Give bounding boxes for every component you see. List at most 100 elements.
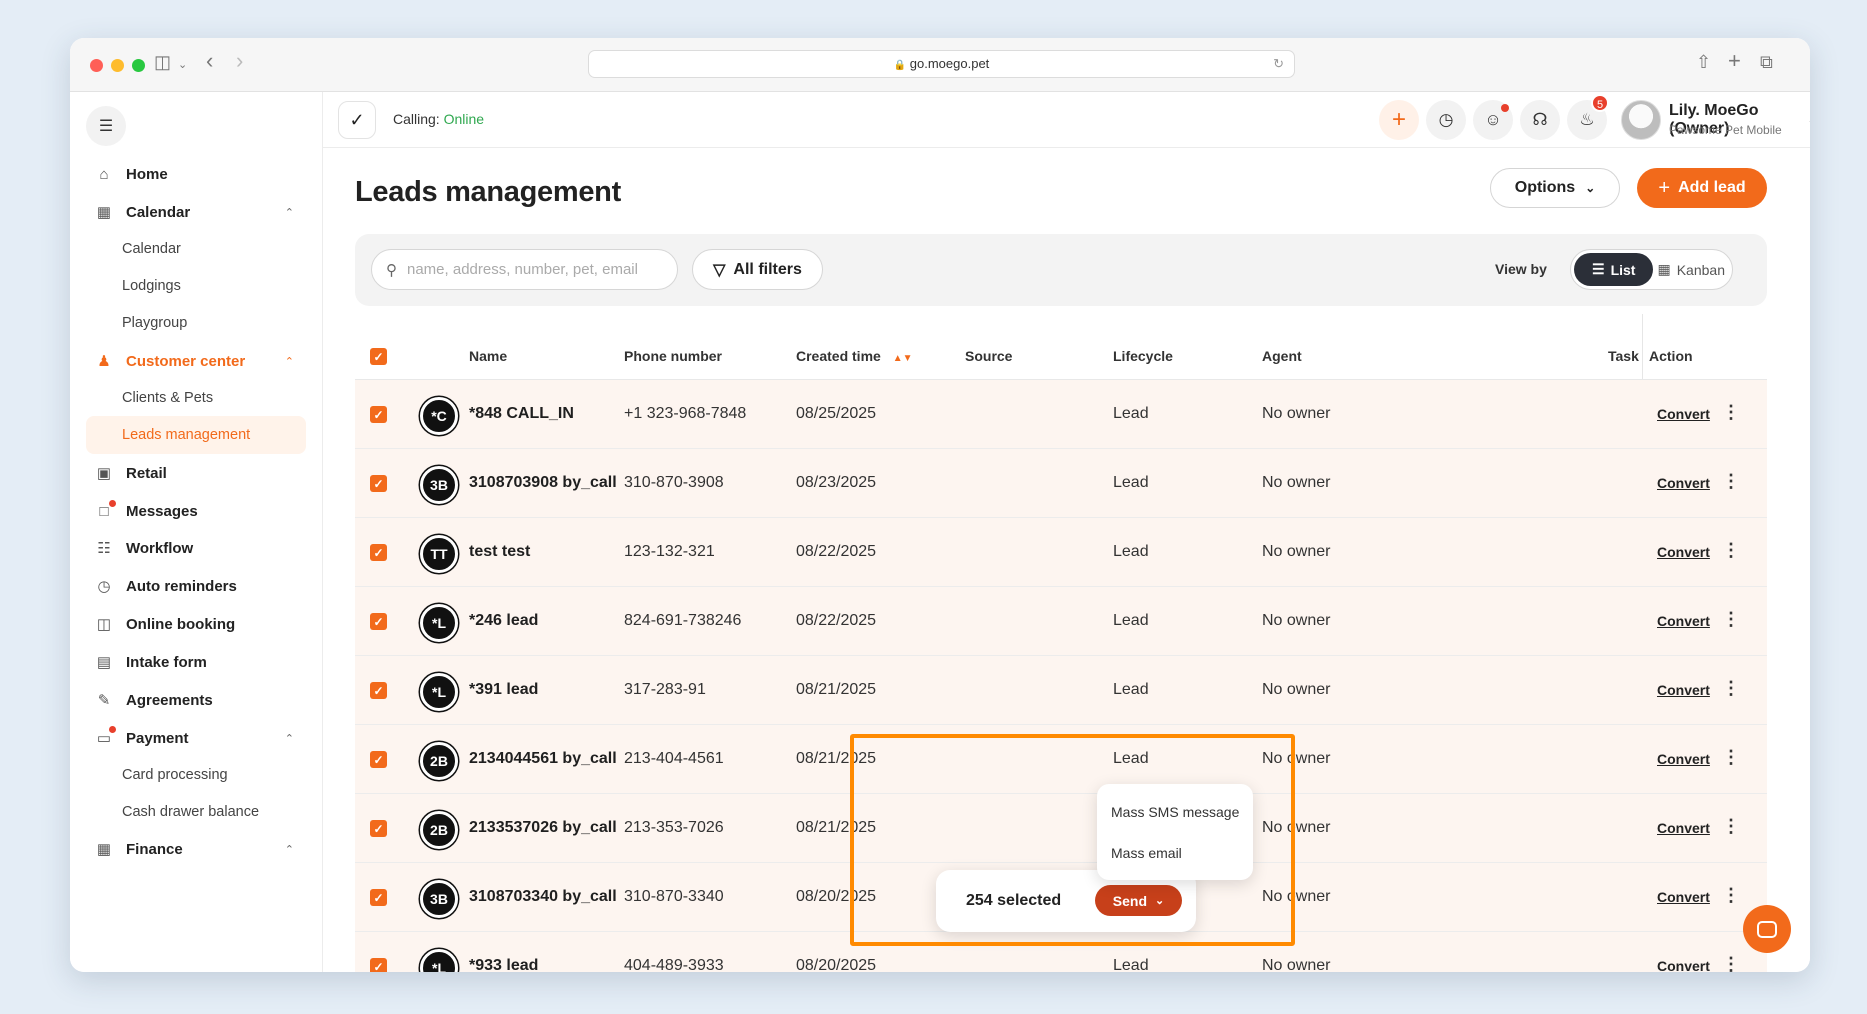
address-bar[interactable]: 🔒 go.moego.pet ↻ bbox=[588, 50, 1295, 78]
row-checkbox[interactable]: ✓ bbox=[370, 613, 387, 630]
clock-button[interactable]: ◷ bbox=[1426, 100, 1466, 140]
notifications-button[interactable]: ♨ 5 bbox=[1567, 94, 1609, 140]
convert-link[interactable]: Convert bbox=[1657, 613, 1710, 629]
column-header-phone[interactable]: Phone number bbox=[624, 348, 722, 364]
calling-logo-icon[interactable]: ✓ bbox=[338, 101, 376, 139]
sidebar-subitem-cash-drawer-balance[interactable]: Cash drawer balance bbox=[86, 793, 306, 831]
convert-link[interactable]: Convert bbox=[1657, 889, 1710, 905]
hamburger-menu-icon[interactable]: ☰ bbox=[86, 106, 126, 146]
reload-icon[interactable]: ↻ bbox=[1273, 51, 1284, 77]
sidebar-item-online-booking[interactable]: ◫ Online booking bbox=[86, 605, 306, 643]
more-options-icon[interactable]: ⋮ bbox=[1722, 678, 1740, 699]
sidebar-subitem-leads-management[interactable]: Leads management bbox=[86, 416, 306, 454]
table-row[interactable]: ✓ *L *391 lead 317-283-91 08/21/2025 Lead No o… bbox=[355, 656, 1767, 725]
name-cell[interactable]: 2134044561 by_call bbox=[469, 750, 617, 768]
table-row[interactable]: ✓ *L *246 lead 824-691-738246 08/22/2025 Lead… bbox=[355, 587, 1767, 656]
view-kanban-button[interactable]: ▦ Kanban bbox=[1653, 253, 1729, 286]
add-lead-button[interactable]: + Add lead bbox=[1637, 168, 1767, 208]
convert-link[interactable]: Convert bbox=[1657, 682, 1710, 698]
name-cell[interactable]: 3108703340 by_call bbox=[469, 888, 617, 906]
sidebar-item-label: Intake form bbox=[126, 653, 207, 671]
name-cell[interactable]: 3108703908 by_call bbox=[469, 474, 617, 492]
column-header-source[interactable]: Source bbox=[965, 348, 1012, 364]
table-row[interactable]: ✓ TT test test 123-132-321 08/22/2025 Lead No … bbox=[355, 518, 1767, 587]
column-header-lifecycle[interactable]: Lifecycle bbox=[1113, 348, 1173, 364]
row-checkbox[interactable]: ✓ bbox=[370, 682, 387, 699]
share-icon[interactable]: ⇧ bbox=[1696, 52, 1711, 73]
sidebar-item-customer-center[interactable]: ♟ Customer center ⌃ bbox=[86, 342, 306, 380]
row-checkbox[interactable]: ✓ bbox=[370, 820, 387, 837]
sidebar-subitem-clients-pets[interactable]: Clients & Pets bbox=[86, 379, 306, 417]
sort-icon[interactable]: ▲▼ bbox=[893, 353, 913, 364]
minimize-window-button[interactable] bbox=[111, 59, 124, 72]
convert-link[interactable]: Convert bbox=[1657, 544, 1710, 560]
name-cell[interactable]: *933 lead bbox=[469, 957, 538, 972]
column-header-name[interactable]: Name bbox=[469, 348, 507, 364]
convert-link[interactable]: Convert bbox=[1657, 958, 1710, 972]
more-options-icon[interactable]: ⋮ bbox=[1722, 747, 1740, 768]
options-button[interactable]: Options ⌄ bbox=[1490, 168, 1620, 208]
support-button[interactable]: ☊ bbox=[1520, 100, 1560, 140]
sidebar-item-payment[interactable]: ▭ Payment ⌃ bbox=[86, 719, 306, 757]
column-header-task[interactable]: Task bbox=[1608, 348, 1639, 364]
row-checkbox[interactable]: ✓ bbox=[370, 958, 387, 972]
convert-link[interactable]: Convert bbox=[1657, 820, 1710, 836]
table-row[interactable]: ✓ 3B 3108703908 by_call 310-870-3908 08/23/2… bbox=[355, 449, 1767, 518]
sidebar-item-messages[interactable]: □ Messages bbox=[86, 492, 306, 530]
avatar[interactable] bbox=[1621, 100, 1661, 140]
row-checkbox[interactable]: ✓ bbox=[370, 544, 387, 561]
more-options-icon[interactable]: ⋮ bbox=[1722, 471, 1740, 492]
sidebar-item-intake-form[interactable]: ▤ Intake form bbox=[86, 643, 306, 681]
column-header-agent[interactable]: Agent bbox=[1262, 348, 1302, 364]
sidebar-item-agreements[interactable]: ✎ Agreements bbox=[86, 681, 306, 719]
forward-icon[interactable]: › bbox=[236, 48, 243, 74]
view-list-button[interactable]: ☰ List bbox=[1574, 253, 1654, 286]
column-header-created-time[interactable]: Created time ▲▼ bbox=[796, 348, 913, 364]
row-checkbox[interactable]: ✓ bbox=[370, 406, 387, 423]
row-checkbox[interactable]: ✓ bbox=[370, 751, 387, 768]
convert-link[interactable]: Convert bbox=[1657, 406, 1710, 422]
sidebar-subitem-playgroup[interactable]: Playgroup bbox=[86, 304, 306, 342]
new-tab-icon[interactable]: + bbox=[1728, 48, 1741, 74]
name-cell[interactable]: *391 lead bbox=[469, 681, 538, 699]
sidebar-subitem-lodgings[interactable]: Lodgings bbox=[86, 267, 306, 305]
close-window-button[interactable] bbox=[90, 59, 103, 72]
row-checkbox[interactable]: ✓ bbox=[370, 475, 387, 492]
name-cell[interactable]: test test bbox=[469, 543, 530, 561]
sidebar-item-finance[interactable]: ▦ Finance ⌃ bbox=[86, 830, 306, 868]
quick-add-button[interactable]: + bbox=[1379, 100, 1419, 140]
chat-support-button[interactable] bbox=[1743, 905, 1791, 953]
sidebar-subitem-card-processing[interactable]: Card processing bbox=[86, 756, 306, 794]
sidebar-item-retail[interactable]: ▣ Retail bbox=[86, 454, 306, 492]
more-options-icon[interactable]: ⋮ bbox=[1722, 402, 1740, 423]
search-box[interactable]: ⚲ bbox=[371, 249, 678, 290]
row-checkbox[interactable]: ✓ bbox=[370, 889, 387, 906]
ai-assistant-button[interactable]: ☺ bbox=[1473, 100, 1513, 140]
sidebar-item-workflow[interactable]: ☷ Workflow bbox=[86, 529, 306, 567]
sidebar-item-auto-reminders[interactable]: ◷ Auto reminders bbox=[86, 567, 306, 605]
more-options-icon[interactable]: ⋮ bbox=[1722, 954, 1740, 972]
back-icon[interactable]: ‹ bbox=[206, 48, 213, 74]
convert-link[interactable]: Convert bbox=[1657, 751, 1710, 767]
sidebar-subitem-calendar[interactable]: Calendar bbox=[86, 230, 306, 268]
select-all-checkbox[interactable]: ✓ bbox=[370, 348, 387, 365]
name-cell[interactable]: *848 CALL_IN bbox=[469, 405, 574, 423]
chevron-down-icon[interactable]: ⌄ bbox=[178, 58, 187, 71]
name-cell[interactable]: *246 lead bbox=[469, 612, 538, 630]
all-filters-button[interactable]: ▽ All filters bbox=[692, 249, 823, 290]
maximize-window-button[interactable] bbox=[132, 59, 145, 72]
table-row[interactable]: ✓ *C *848 CALL_IN +1 323-968-7848 08/25/2025… bbox=[355, 380, 1767, 449]
more-options-icon[interactable]: ⋮ bbox=[1722, 540, 1740, 561]
more-options-icon[interactable]: ⋮ bbox=[1722, 885, 1740, 906]
more-options-icon[interactable]: ⋮ bbox=[1722, 816, 1740, 837]
more-options-icon[interactable]: ⋮ bbox=[1722, 609, 1740, 630]
sidebar-toggle-icon[interactable]: ◫ bbox=[154, 52, 171, 73]
tabs-overview-icon[interactable]: ⧉ bbox=[1760, 52, 1773, 73]
sidebar-item-home[interactable]: ⌂ Home bbox=[86, 155, 306, 193]
chevron-down-icon[interactable]: ⌄ bbox=[1807, 112, 1810, 128]
name-cell[interactable]: 2133537026 by_call bbox=[469, 819, 617, 837]
search-input[interactable] bbox=[407, 261, 647, 278]
convert-link[interactable]: Convert bbox=[1657, 475, 1710, 491]
sidebar-item-calendar[interactable]: ▦ Calendar ⌃ bbox=[86, 193, 306, 231]
notification-badge: 5 bbox=[1591, 94, 1609, 112]
